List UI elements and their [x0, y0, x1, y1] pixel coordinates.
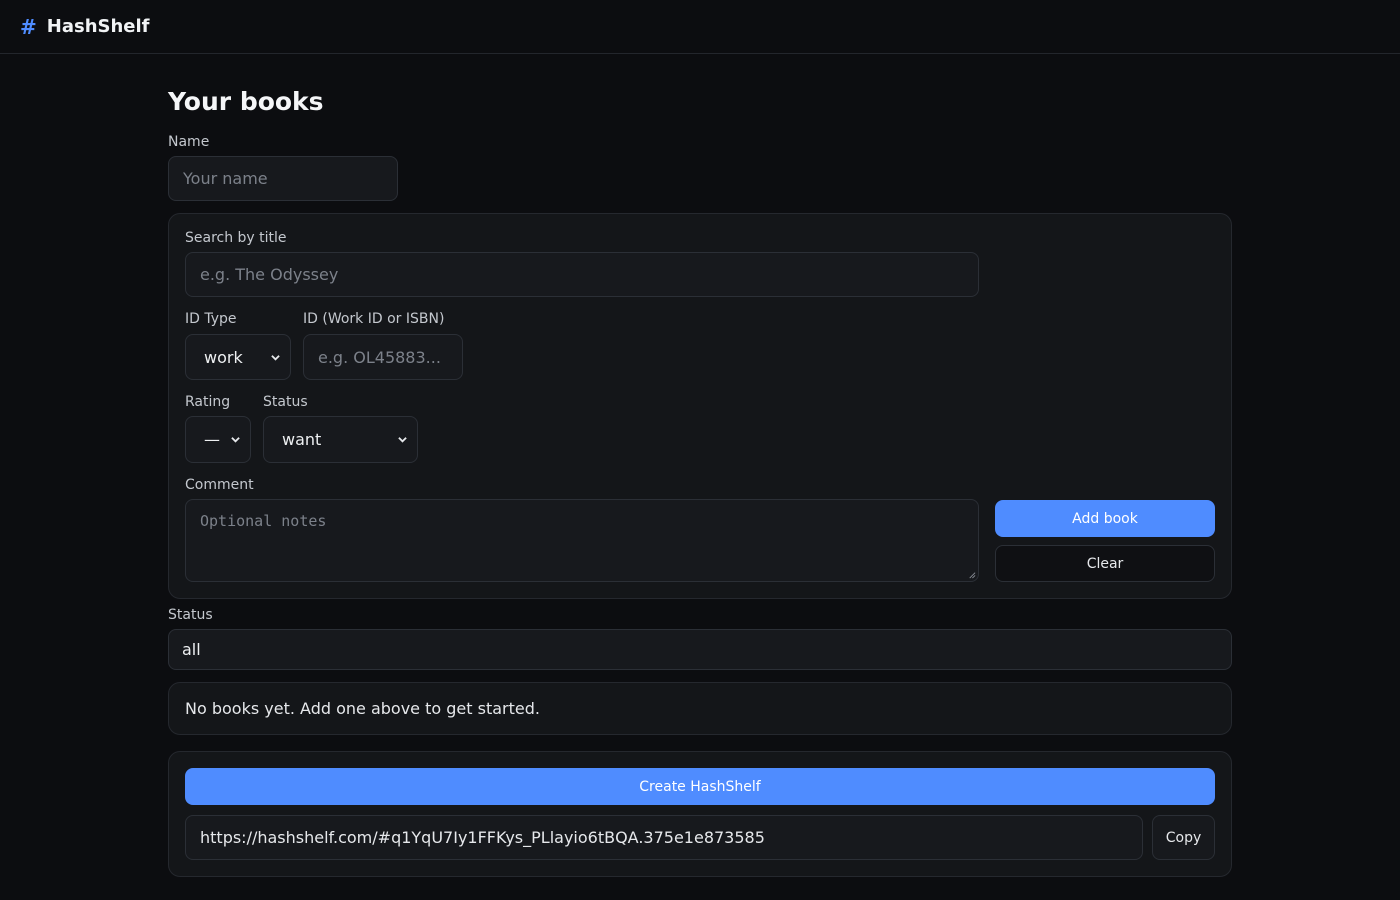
rating-label: Rating: [185, 394, 231, 410]
status-filter-value: all: [182, 640, 201, 659]
create-hashshelf-button[interactable]: Create HashShelf: [185, 768, 1215, 805]
search-placeholder: e.g. The Odyssey: [200, 265, 339, 284]
chevron-down-icon: [271, 354, 280, 361]
top-bar: # HashShelf: [0, 0, 1400, 54]
app-title: HashShelf: [46, 16, 150, 37]
id-placeholder: e.g. OL45883...: [318, 347, 441, 367]
id-label: ID (Work ID or ISBN): [303, 311, 445, 327]
status-filter-label: Status: [168, 607, 213, 623]
page-title: Your books: [168, 87, 324, 116]
id-type-select[interactable]: work: [185, 334, 291, 380]
add-book-card: Search by title e.g. The Odyssey ID Type…: [168, 213, 1232, 599]
chevron-down-icon: [231, 437, 240, 443]
share-card: Create HashShelf https://hashshelf.com/#…: [168, 751, 1232, 877]
status-filter-select[interactable]: all: [168, 629, 1232, 670]
copy-button[interactable]: Copy: [1152, 815, 1215, 860]
hash-logo-icon: #: [20, 14, 37, 39]
title-search-input[interactable]: e.g. The Odyssey: [185, 252, 979, 297]
status-select[interactable]: want: [263, 416, 418, 463]
book-id-input[interactable]: e.g. OL45883...: [303, 334, 463, 380]
status-label: Status: [263, 394, 308, 410]
chevron-down-icon: [398, 437, 407, 443]
name-input[interactable]: Your name: [168, 156, 398, 201]
empty-message: No books yet. Add one above to get start…: [185, 699, 540, 718]
rating-value: —: [204, 430, 220, 449]
book-list-empty: No books yet. Add one above to get start…: [168, 682, 1232, 735]
comment-label: Comment: [185, 477, 254, 493]
clear-button[interactable]: Clear: [995, 545, 1215, 582]
share-url: https://hashshelf.com/#q1YqU7Iy1FFKys_PL…: [200, 828, 765, 847]
rating-select[interactable]: —: [185, 416, 251, 463]
name-label: Name: [168, 134, 210, 150]
share-url-field[interactable]: https://hashshelf.com/#q1YqU7Iy1FFKys_PL…: [185, 815, 1143, 860]
main-content: Your books Name Your name Search by titl…: [168, 54, 1232, 877]
add-book-button[interactable]: Add book: [995, 500, 1215, 537]
id-type-label: ID Type: [185, 311, 237, 327]
id-type-value: work: [204, 347, 243, 367]
name-placeholder: Your name: [183, 169, 268, 188]
status-value: want: [282, 430, 322, 449]
comment-textarea[interactable]: Optional notes: [185, 499, 979, 582]
search-label: Search by title: [185, 230, 287, 246]
comment-placeholder: Optional notes: [200, 512, 327, 530]
resize-handle-icon[interactable]: [967, 570, 976, 579]
